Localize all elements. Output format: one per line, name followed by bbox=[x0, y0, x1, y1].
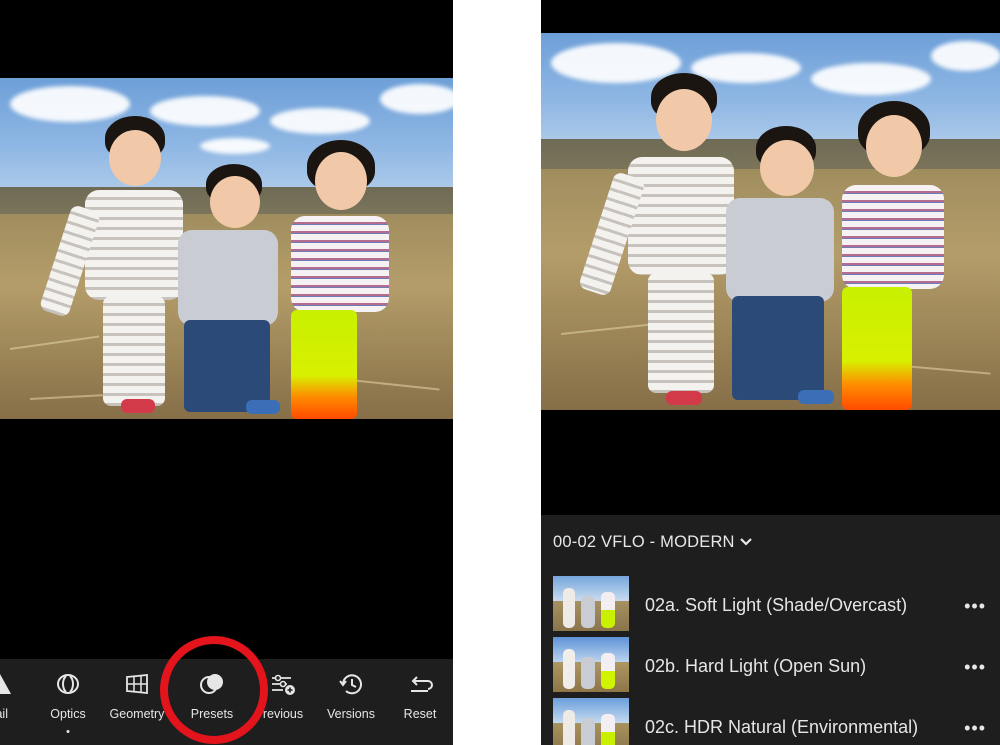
child-middle bbox=[160, 164, 285, 419]
more-options-icon[interactable]: ••• bbox=[964, 718, 986, 739]
more-options-icon[interactable]: ••• bbox=[964, 657, 986, 678]
edited-photo bbox=[0, 78, 453, 419]
preset-label: 02b. Hard Light (Open Sun) bbox=[645, 656, 867, 676]
cloud bbox=[811, 63, 931, 95]
versions-history-icon bbox=[339, 674, 362, 695]
toolbar-label-reset: Reset bbox=[403, 707, 437, 721]
preset-thumbnail bbox=[553, 637, 629, 692]
previous-sliders-icon bbox=[272, 674, 295, 695]
toolbar-label-optics: Optics bbox=[50, 707, 86, 721]
preset-group-title[interactable]: 00-02 VFLO - MODERN bbox=[553, 533, 735, 552]
right-phone-screen: 00-02 VFLO - MODERN 02a. Soft Light (Sha… bbox=[541, 0, 1000, 745]
child-right bbox=[285, 140, 395, 419]
optics-indicator-dot bbox=[66, 730, 70, 733]
more-options-icon[interactable]: ••• bbox=[964, 596, 986, 617]
preset-thumbnail bbox=[553, 576, 629, 631]
child-middle bbox=[706, 126, 841, 410]
left-phone-screen: tail Optics Geometry Pres bbox=[0, 0, 453, 745]
cloud bbox=[380, 84, 453, 114]
geometry-grid-icon bbox=[126, 674, 148, 694]
preset-row[interactable]: 02c. HDR Natural (Environmental) ••• bbox=[541, 698, 1000, 745]
preview-photo bbox=[541, 33, 1000, 410]
toolbar-item-versions[interactable]: Versions bbox=[311, 659, 391, 745]
presets-panel: 00-02 VFLO - MODERN 02a. Soft Light (Sha… bbox=[541, 515, 1000, 745]
reset-undo-icon bbox=[411, 676, 433, 692]
preset-row[interactable]: 02b. Hard Light (Open Sun) ••• bbox=[541, 637, 1000, 697]
presets-highlight-ring bbox=[160, 636, 268, 744]
preset-row[interactable]: 02a. Soft Light (Shade/Overcast) ••• bbox=[541, 576, 1000, 636]
toolbar-label-versions: Versions bbox=[327, 707, 375, 721]
cloud bbox=[200, 138, 270, 154]
preset-label: 02a. Soft Light (Shade/Overcast) bbox=[645, 595, 908, 615]
preset-label: 02c. HDR Natural (Environmental) bbox=[645, 717, 919, 737]
toolbar-item-optics[interactable]: Optics bbox=[28, 659, 108, 745]
detail-triangle-icon bbox=[0, 674, 11, 694]
cloud bbox=[270, 108, 370, 134]
toolbar-item-reset[interactable]: Reset bbox=[380, 659, 453, 745]
optics-lens-icon bbox=[57, 674, 79, 694]
preset-thumbnail bbox=[553, 698, 629, 745]
child-right bbox=[836, 101, 951, 410]
chevron-down-icon[interactable] bbox=[739, 536, 753, 548]
cloud bbox=[931, 41, 1000, 71]
